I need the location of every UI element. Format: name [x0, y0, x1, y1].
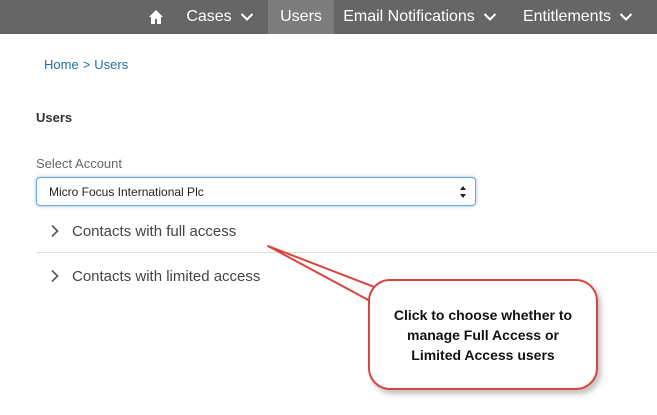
callout-annotation: Click to choose whether to manage Full A… — [368, 279, 598, 390]
callout-text: Click to choose whether to manage Full A… — [393, 306, 573, 363]
